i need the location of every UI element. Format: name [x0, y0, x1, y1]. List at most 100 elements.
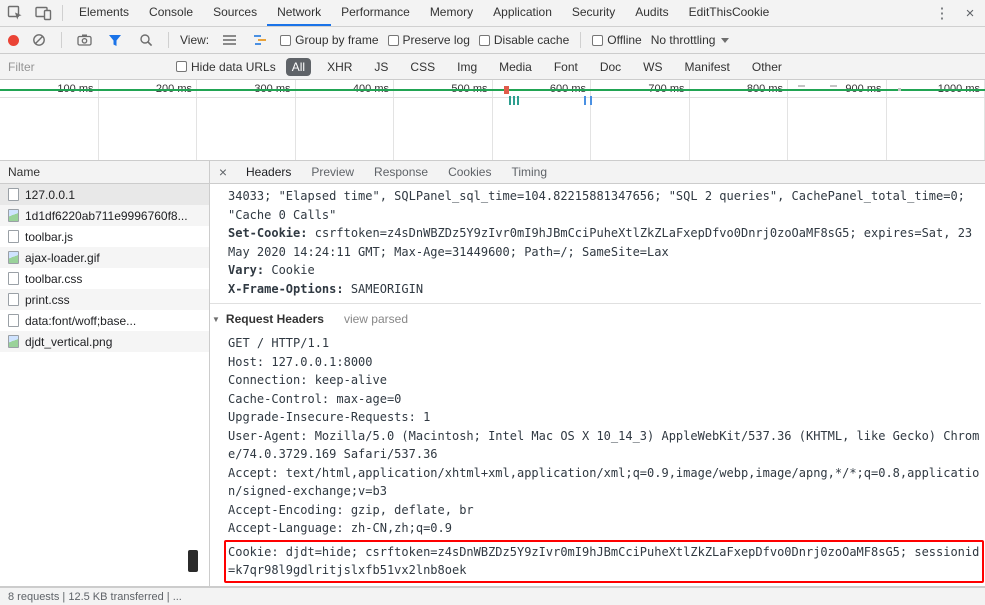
request-row[interactable]: data:font/woff;base...: [0, 310, 209, 331]
tab-elements[interactable]: Elements: [69, 0, 139, 26]
document-file-icon: [8, 188, 19, 201]
checkbox-icon: [280, 34, 292, 46]
overview-load-line: [0, 89, 985, 91]
tab-memory[interactable]: Memory: [420, 0, 483, 26]
request-row[interactable]: djdt_vertical.png: [0, 331, 209, 352]
devtools-tabbar: Elements Console Sources Network Perform…: [0, 0, 985, 27]
request-row[interactable]: toolbar.css: [0, 268, 209, 289]
checkbox-label: Offline: [607, 33, 642, 47]
disable-cache-checkbox[interactable]: Disable cache: [478, 33, 569, 47]
request-name: djdt_vertical.png: [25, 334, 113, 349]
filter-type-other[interactable]: Other: [746, 58, 788, 76]
overview-mark: [898, 88, 901, 91]
close-details-icon[interactable]: ×: [210, 164, 236, 180]
overview-mark: [798, 85, 805, 87]
detail-tab-timing[interactable]: Timing: [501, 161, 557, 183]
request-row[interactable]: 127.0.0.1: [0, 184, 209, 205]
checkbox-icon: [478, 34, 490, 46]
raw-header-line: Upgrade-Insecure-Requests: 1: [228, 410, 431, 424]
filter-type-doc[interactable]: Doc: [594, 58, 627, 76]
checkbox-label: Group by frame: [295, 33, 379, 47]
font-file-icon: [8, 314, 19, 327]
filter-type-all[interactable]: All: [285, 57, 312, 76]
overview-resource-bar: [509, 96, 511, 105]
search-icon[interactable]: [135, 29, 157, 51]
stylesheet-file-icon: [8, 272, 19, 285]
detail-tab-preview[interactable]: Preview: [301, 161, 364, 183]
tab-audits[interactable]: Audits: [625, 0, 678, 26]
overview-resource-bar: [513, 96, 515, 105]
request-row[interactable]: ajax-loader.gif: [0, 247, 209, 268]
filter-type-manifest[interactable]: Manifest: [679, 58, 736, 76]
throttling-select[interactable]: No throttling: [651, 33, 730, 47]
detail-tab-cookies[interactable]: Cookies: [438, 161, 501, 183]
filter-type-js[interactable]: JS: [368, 58, 394, 76]
clear-icon[interactable]: [28, 29, 50, 51]
raw-header-line: Accept-Language: zh-CN,zh;q=0.9: [228, 521, 452, 535]
tab-sources[interactable]: Sources: [203, 0, 267, 26]
filter-funnel-icon[interactable]: [104, 29, 126, 51]
preserve-log-checkbox[interactable]: Preserve log: [387, 33, 470, 47]
section-divider: [210, 303, 981, 304]
raw-header-line: User-Agent: Mozilla/5.0 (Macintosh; Inte…: [228, 428, 980, 462]
request-name: ajax-loader.gif: [25, 250, 100, 265]
group-by-frame-checkbox[interactable]: Group by frame: [280, 33, 379, 47]
tab-console[interactable]: Console: [139, 0, 203, 26]
filter-type-ws[interactable]: WS: [637, 58, 668, 76]
cookie-header-line: Cookie: djdt=hide; csrftoken=z4sDnWBZDz5…: [228, 544, 980, 578]
overview-resource-bar: [584, 96, 586, 105]
overview-resource-bar: [590, 96, 592, 105]
more-options-icon[interactable]: ⋮: [933, 4, 951, 22]
tab-security[interactable]: Security: [562, 0, 625, 26]
record-button[interactable]: [8, 34, 19, 46]
chevron-down-icon: [721, 37, 730, 43]
divider: [168, 32, 169, 48]
tab-performance[interactable]: Performance: [331, 0, 420, 26]
filter-type-css[interactable]: CSS: [404, 58, 441, 76]
close-devtools-icon[interactable]: ×: [961, 5, 979, 22]
capture-screenshots-icon[interactable]: [73, 29, 95, 51]
view-large-rows-icon[interactable]: [218, 29, 240, 51]
tab-network[interactable]: Network: [267, 0, 332, 26]
filter-bar: Hide data URLs All XHR JS CSS Img Media …: [0, 54, 985, 80]
network-main: Name 127.0.0.1 1d1df6220ab711e9996760f8.…: [0, 161, 985, 587]
response-header-value-tail: 34033; "Elapsed time", SQLPanel_sql_time…: [228, 189, 965, 222]
device-toolbar-icon[interactable]: [32, 2, 54, 24]
requests-summary: 8 requests | 12.5 KB transferred | ...: [8, 590, 182, 603]
request-name: 1d1df6220ab711e9996760f8...: [25, 208, 188, 223]
filter-type-font[interactable]: Font: [548, 58, 584, 76]
filter-type-img[interactable]: Img: [451, 58, 483, 76]
show-overview-icon[interactable]: [249, 29, 271, 51]
filter-input[interactable]: [8, 57, 166, 76]
offline-checkbox[interactable]: Offline: [592, 33, 642, 47]
request-row[interactable]: print.css: [0, 289, 209, 310]
tab-application[interactable]: Application: [483, 0, 562, 26]
tab-editthiscookie[interactable]: EditThisCookie: [679, 0, 780, 26]
detail-tab-headers[interactable]: Headers: [236, 161, 301, 183]
request-name: 127.0.0.1: [25, 187, 76, 202]
checkbox-label: Hide data URLs: [191, 59, 276, 74]
raw-request-headers: GET / HTTP/1.1 Host: 127.0.0.1:8000 Conn…: [224, 334, 984, 583]
filter-type-media[interactable]: Media: [493, 58, 538, 76]
checkbox-icon: [592, 34, 604, 46]
detail-tab-response[interactable]: Response: [364, 161, 438, 183]
request-headers-section-header[interactable]: ▼ Request Headers view parsed: [212, 308, 981, 330]
detail-tabs: × Headers Preview Response Cookies Timin…: [210, 161, 985, 184]
script-file-icon: [8, 230, 19, 243]
divider: [62, 5, 63, 21]
name-column-header[interactable]: Name: [0, 161, 209, 184]
hide-data-urls-checkbox[interactable]: Hide data URLs: [176, 60, 276, 74]
inspect-tools: [0, 0, 69, 26]
overview-label-separator: [0, 97, 985, 98]
request-row[interactable]: 1d1df6220ab711e9996760f8...: [0, 205, 209, 226]
left-panel-scrollbar-thumb[interactable]: [188, 550, 198, 572]
request-row[interactable]: toolbar.js: [0, 226, 209, 247]
filter-type-xhr[interactable]: XHR: [321, 58, 358, 76]
overview-load-event-mark: [504, 86, 509, 94]
inspect-element-icon[interactable]: [4, 2, 26, 24]
panel-tabs: Elements Console Sources Network Perform…: [69, 0, 779, 26]
status-bar: 8 requests | 12.5 KB transferred | ...: [0, 587, 985, 605]
view-parsed-link[interactable]: view parsed: [344, 312, 408, 326]
response-header-line: Set-Cookie: csrftoken=z4sDnWBZDz5Y9zIvr0…: [228, 226, 973, 259]
network-overview[interactable]: 100 ms 200 ms 300 ms 400 ms 500 ms 600 m…: [0, 80, 985, 161]
